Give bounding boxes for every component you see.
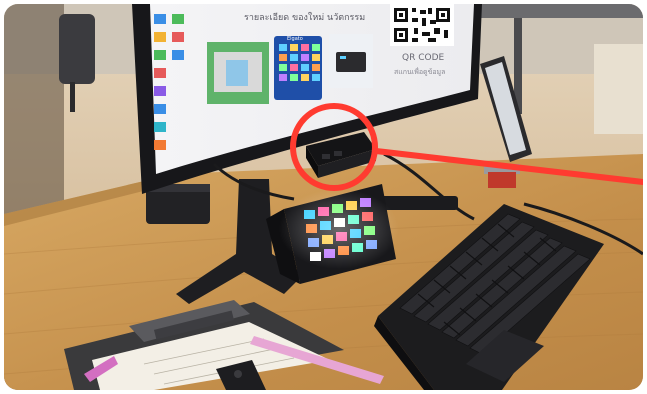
desk-photo: รายละเอียด ของใหม่ นวัตกรรม Elgato QR CO… — [4, 4, 643, 390]
chair — [59, 14, 95, 84]
qr-subcaption: สแกนเพื่อดูข้อมูล — [394, 67, 445, 76]
qr-code — [390, 4, 454, 46]
screen-app-grid: Elgato — [274, 36, 322, 100]
screen-header-text: รายละเอียด ของใหม่ นวัตกรรม — [244, 12, 365, 23]
screen-app-label: Elgato — [287, 36, 303, 42]
qr-caption: QR CODE — [402, 53, 444, 63]
photo-frame: รายละเอียด ของใหม่ นวัตกรรม Elgato QR CO… — [4, 4, 643, 390]
screen-device-photo — [329, 34, 373, 88]
